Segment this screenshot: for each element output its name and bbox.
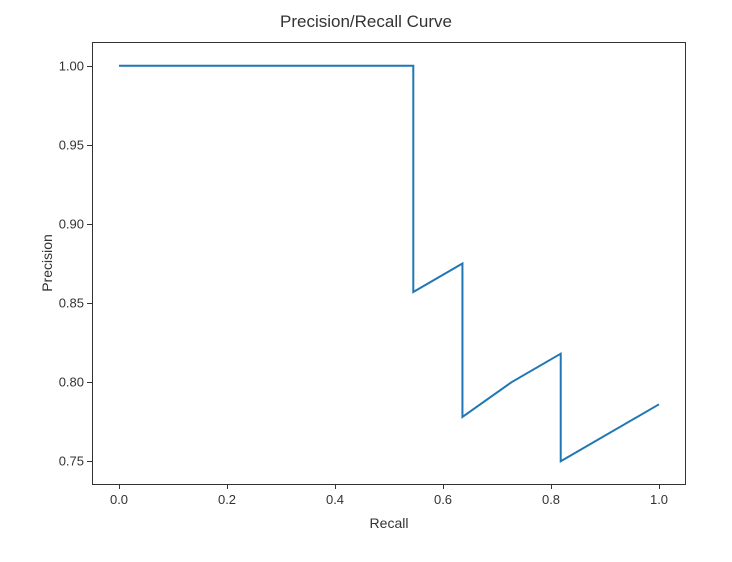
x-tick-label: 0.8 (542, 492, 560, 507)
x-tick-label: 0.2 (218, 492, 236, 507)
y-tick-label: 0.80 (36, 375, 84, 390)
chart-title: Precision/Recall Curve (0, 12, 732, 32)
y-tick-label: 0.90 (36, 216, 84, 231)
x-tick-label: 0.0 (110, 492, 128, 507)
y-tick-label: 1.00 (36, 58, 84, 73)
y-tick-label: 0.95 (36, 137, 84, 152)
chart-container: Precision/Recall Curve Precision Recall … (0, 0, 732, 562)
y-axis-label: Precision (39, 234, 55, 292)
x-tick-label: 1.0 (650, 492, 668, 507)
pr-curve-line (92, 42, 686, 485)
x-tick-label: 0.4 (326, 492, 344, 507)
x-axis-label: Recall (92, 515, 686, 531)
x-tick-label: 0.6 (434, 492, 452, 507)
y-tick-label: 0.75 (36, 454, 84, 469)
y-tick-label: 0.85 (36, 296, 84, 311)
